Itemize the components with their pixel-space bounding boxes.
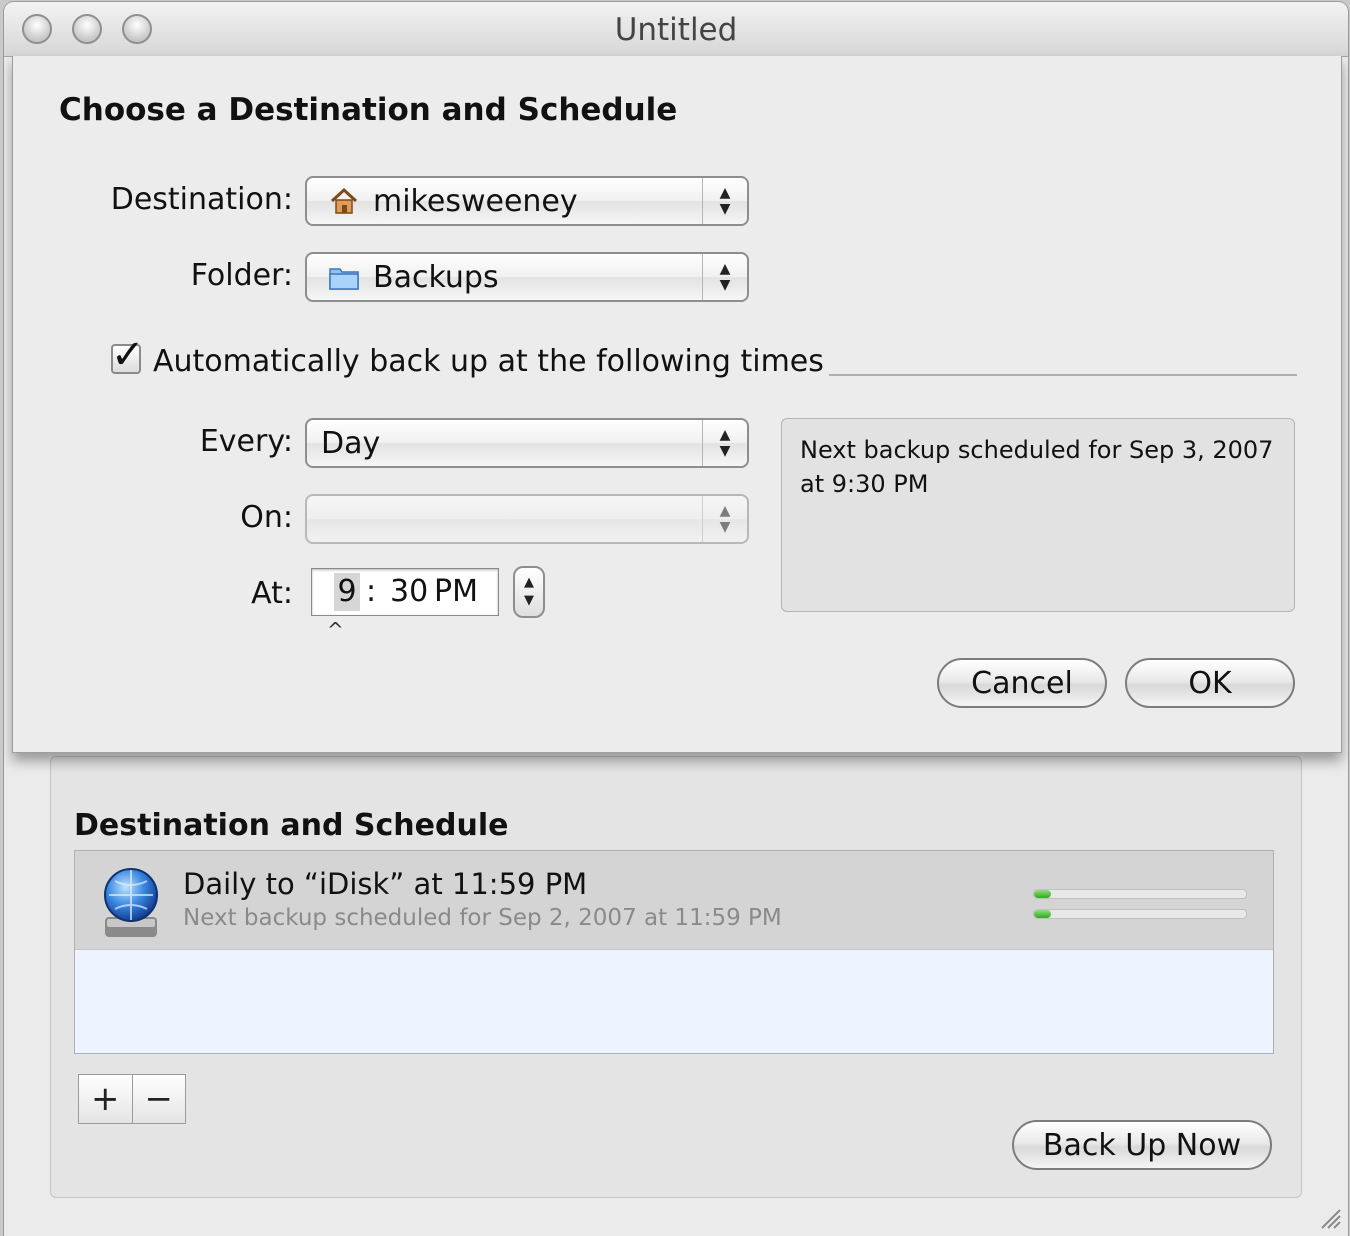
idisk-icon xyxy=(104,868,158,937)
on-popup[interactable]: ▲ ▼ xyxy=(305,494,749,544)
schedule-subtitle: Next backup scheduled for Sep 2, 2007 at… xyxy=(183,905,782,931)
sheet-title: Choose a Destination and Schedule xyxy=(59,92,678,128)
window-title: Untitled xyxy=(614,12,738,48)
time-stepper[interactable]: ▲ ▼ xyxy=(513,566,545,618)
app-window: Untitled Destination and Schedule Daily … xyxy=(4,2,1348,1236)
group-separator xyxy=(829,374,1297,376)
popup-arrows-icon: ▲ ▼ xyxy=(702,420,747,466)
at-label: At: xyxy=(251,576,293,611)
every-label: Every: xyxy=(199,424,293,459)
next-backup-info: Next backup scheduled for Sep 3, 2007 at… xyxy=(781,418,1295,612)
hour-segment[interactable]: 9 xyxy=(334,573,360,611)
every-popup[interactable]: Day ▲ ▼ xyxy=(305,418,749,468)
backup-progress-bar-secondary xyxy=(1033,909,1247,919)
mouse-cursor-icon: ^ xyxy=(327,618,344,642)
popup-arrows-icon: ▲ ▼ xyxy=(702,178,747,224)
cancel-button[interactable]: Cancel xyxy=(937,658,1107,708)
backup-progress-fill-secondary xyxy=(1034,910,1051,918)
section-title: Destination and Schedule xyxy=(74,808,509,843)
folder-label: Folder: xyxy=(190,258,293,293)
stepper-down-icon[interactable]: ▼ xyxy=(524,592,534,610)
popup-arrows-icon: ▲ ▼ xyxy=(702,496,747,542)
add-remove-controls: + − xyxy=(78,1074,186,1124)
backup-progress-bar xyxy=(1033,889,1247,899)
destination-label: Destination: xyxy=(110,182,293,217)
backup-progress-fill xyxy=(1034,890,1051,898)
minute-segment[interactable]: 30 xyxy=(390,573,428,611)
folder-icon xyxy=(327,260,361,294)
time-separator: : xyxy=(366,574,377,609)
schedule-list[interactable]: Daily to “iDisk” at 11:59 PM Next backup… xyxy=(74,850,1274,1054)
destination-popup[interactable]: mikesweeney ▲ ▼ xyxy=(305,176,749,226)
popup-arrows-icon: ▲ ▼ xyxy=(702,254,747,300)
back-up-now-button[interactable]: Back Up Now xyxy=(1012,1120,1272,1170)
title-bar[interactable]: Untitled xyxy=(4,2,1348,57)
stepper-up-icon[interactable]: ▲ xyxy=(524,574,534,592)
ok-button[interactable]: OK xyxy=(1125,658,1295,708)
destination-value: mikesweeney xyxy=(373,183,578,219)
add-schedule-button[interactable]: + xyxy=(79,1075,132,1123)
home-icon xyxy=(327,184,361,218)
time-field[interactable]: 9 : 30 PM xyxy=(311,568,499,616)
remove-schedule-button[interactable]: − xyxy=(131,1075,186,1123)
schedule-row[interactable]: Daily to “iDisk” at 11:59 PM Next backup… xyxy=(75,851,1273,950)
every-value: Day xyxy=(321,425,381,461)
destination-schedule-sheet: Choose a Destination and Schedule Destin… xyxy=(12,56,1342,753)
folder-popup[interactable]: Backups ▲ ▼ xyxy=(305,252,749,302)
resize-grip-icon[interactable] xyxy=(1318,1206,1342,1230)
ampm-segment[interactable]: PM xyxy=(434,573,478,611)
auto-backup-label[interactable]: Automatically back up at the following t… xyxy=(153,344,824,379)
checkmark-icon: ✓ xyxy=(111,332,145,378)
on-label: On: xyxy=(240,500,293,535)
schedule-title: Daily to “iDisk” at 11:59 PM xyxy=(183,867,588,901)
folder-value: Backups xyxy=(373,259,499,295)
auto-backup-checkbox[interactable]: ✓ xyxy=(111,332,145,378)
